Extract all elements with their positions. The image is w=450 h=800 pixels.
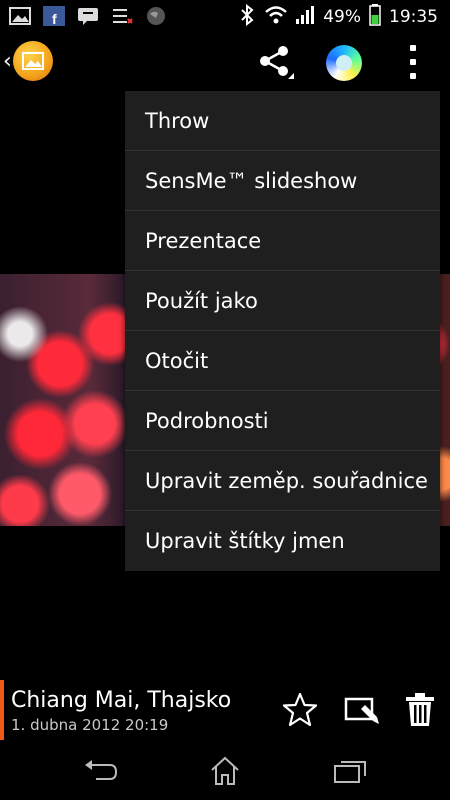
- menu-item-rotate[interactable]: Otočit: [125, 331, 440, 391]
- navigation-bar: [0, 742, 450, 800]
- menu-item-edit-geotag[interactable]: Upravit zeměp. souřadnice: [125, 451, 440, 511]
- delete-trash-icon: [406, 693, 434, 726]
- bluetooth-icon: [237, 3, 257, 30]
- favorite-star-icon: [282, 692, 318, 727]
- share-icon: [260, 46, 294, 79]
- album-logo-icon: [12, 41, 53, 81]
- edit-button[interactable]: [342, 690, 382, 730]
- menu-item-throw[interactable]: Throw: [125, 91, 440, 151]
- home-button[interactable]: [203, 754, 247, 788]
- back-button[interactable]: [78, 754, 122, 788]
- clock: 19:35: [389, 7, 438, 27]
- overflow-menu-icon[interactable]: [404, 45, 422, 79]
- facebook-notification-icon: f: [42, 5, 66, 27]
- notification-icons: f: [8, 5, 168, 27]
- share-button[interactable]: [258, 45, 298, 85]
- menu-item-sensme-slideshow[interactable]: SensMe™ slideshow: [125, 151, 440, 211]
- menu-item-slideshow[interactable]: Prezentace: [125, 211, 440, 271]
- delete-button[interactable]: [400, 690, 440, 730]
- system-status: 49% 19:35: [237, 3, 438, 30]
- signal-icon: [295, 5, 315, 29]
- chat-notification-icon: [76, 5, 100, 27]
- overflow-menu: Throw SensMe™ slideshow Prezentace Použí…: [125, 91, 440, 571]
- sensme-icon[interactable]: [326, 45, 362, 81]
- status-bar: f 49% 19:35: [0, 0, 450, 33]
- home-icon: [211, 756, 239, 785]
- tasks-notification-icon: [110, 5, 134, 27]
- chevron-left-icon: ‹: [3, 48, 12, 74]
- gallery-notification-icon: [8, 5, 32, 27]
- photo-location-title: Chiang Mai, Thajsko: [11, 688, 232, 713]
- photo-date: 1. dubna 2012 20:19: [11, 716, 169, 734]
- recent-apps-icon: [334, 761, 366, 783]
- favorite-button[interactable]: [280, 690, 320, 730]
- svg-text:f: f: [52, 11, 57, 26]
- recent-apps-button[interactable]: [328, 754, 372, 788]
- edit-icon: [344, 697, 379, 724]
- battery-percent: 49%: [323, 7, 361, 27]
- menu-item-use-as[interactable]: Použít jako: [125, 271, 440, 331]
- back-icon: [85, 760, 118, 780]
- wifi-icon: [265, 5, 288, 29]
- globe-notification-icon: [144, 5, 168, 27]
- info-accent-bar: [0, 680, 4, 740]
- menu-item-edit-name-tags[interactable]: Upravit štítky jmen: [125, 511, 440, 571]
- menu-item-details[interactable]: Podrobnosti: [125, 391, 440, 451]
- up-navigation-button[interactable]: ‹: [3, 41, 53, 81]
- action-bar: ‹: [0, 33, 450, 91]
- battery-icon: [369, 4, 381, 30]
